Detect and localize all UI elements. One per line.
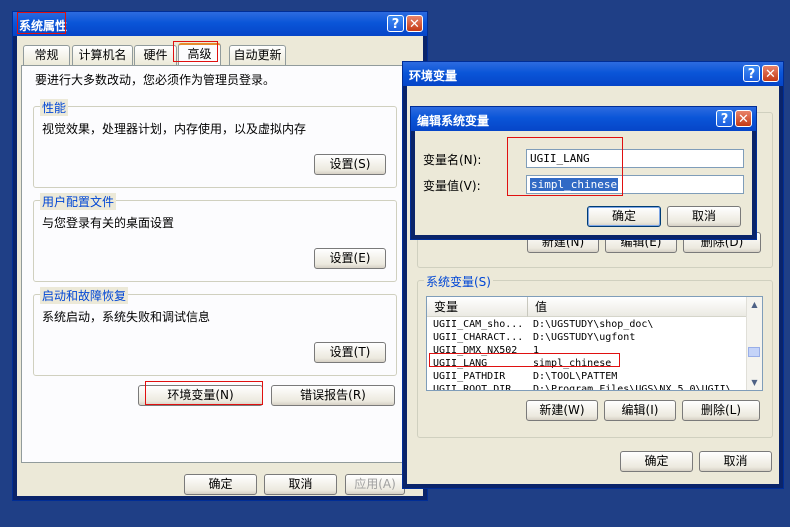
variable-name-input[interactable]: UGII_LANG — [526, 149, 744, 168]
startup-settings-button[interactable]: 设置(T) — [314, 342, 386, 363]
environment-variables-button[interactable]: 环境变量(N) — [138, 385, 263, 406]
system-cancel-button[interactable]: 取消 — [264, 474, 337, 495]
edit-variable-titlebar[interactable]: 编辑系统变量 ? ✕ — [411, 107, 756, 131]
system-properties-titlebar[interactable]: 系统属性 ? ✕ — [13, 12, 427, 36]
scroll-up-icon[interactable]: ▲ — [747, 297, 762, 312]
edit-ok-button[interactable]: 确定 — [587, 206, 661, 227]
user-profile-group: 用户配置文件 与您登录有关的桌面设置 设置(E) — [33, 193, 397, 282]
tab-auto-update[interactable]: 自动更新 — [229, 45, 286, 65]
edit-system-variable-dialog: 编辑系统变量 ? ✕ 变量名(N): UGII_LANG 变量值(V): sim… — [410, 106, 757, 240]
environment-variables-title: 环境变量 — [409, 69, 458, 83]
tab-general[interactable]: 常规 — [23, 45, 70, 65]
row-variable: UGII_PATHDIR — [433, 371, 506, 382]
close-icon[interactable]: ✕ — [735, 110, 752, 127]
system-properties-title: 系统属性 — [19, 19, 68, 33]
scroll-thumb[interactable] — [748, 347, 760, 357]
row-variable: UGII_ROOT_DIR — [433, 384, 512, 391]
table-row-selected[interactable]: UGII_LANG simpl_chinese — [429, 357, 747, 370]
startup-recovery-desc: 系统启动，系统失败和调试信息 — [42, 310, 211, 324]
performance-desc: 视觉效果，处理器计划，内存使用，以及虚拟内存 — [42, 122, 307, 136]
row-variable: UGII_CHARACT... — [433, 332, 524, 343]
row-value: D:\TOOL\PATTEM — [533, 371, 618, 382]
system-var-new-button[interactable]: 新建(W) — [526, 400, 598, 421]
variable-value-input[interactable]: simpl_chinese — [526, 175, 744, 194]
edit-cancel-button[interactable]: 取消 — [667, 206, 741, 227]
system-variables-group: 系统变量(S) 变量 值 UGII_CAM_sho... D:\UGSTUDY\s… — [417, 273, 773, 438]
edit-variable-client: 变量名(N): UGII_LANG 变量值(V): simpl_chinese … — [415, 131, 752, 235]
env-cancel-button[interactable]: 取消 — [699, 451, 772, 472]
row-variable: UGII_LANG — [433, 358, 488, 369]
row-variable: UGII_CAM_sho... — [433, 319, 524, 330]
row-value: D:\UGSTUDY\ugfont — [533, 332, 636, 343]
environment-variables-titlebar[interactable]: 环境变量 ? ✕ — [403, 62, 783, 86]
column-header-variable[interactable]: 变量 — [427, 297, 528, 317]
user-profile-desc: 与您登录有关的桌面设置 — [42, 216, 175, 230]
table-row[interactable]: UGII_PATHDIR D:\TOOL\PATTEM — [429, 370, 747, 383]
system-variables-list[interactable]: 变量 值 UGII_CAM_sho... D:\UGSTUDY\shop_doc\… — [426, 296, 763, 391]
system-var-edit-button[interactable]: 编辑(I) — [604, 400, 676, 421]
performance-group: 性能 视觉效果，处理器计划，内存使用，以及虚拟内存 设置(S) — [33, 99, 397, 188]
user-profile-label: 用户配置文件 — [40, 193, 117, 210]
system-apply-button[interactable]: 应用(A) — [345, 474, 405, 495]
row-value: D:\UGSTUDY\shop_doc\ — [533, 319, 654, 330]
variable-value-label: 变量值(V): — [423, 179, 481, 193]
admin-note: 要进行大多数改动，您必须作为管理员登录。 — [35, 73, 276, 87]
table-row[interactable]: UGII_ROOT_DIR D:\Program Files\UGS\NX 5.0… — [429, 383, 747, 391]
system-properties-window: 系统属性 ? ✕ 常规 计算机名 硬件 高级 自动更新 要进行大多数改动，您必须… — [12, 11, 428, 501]
startup-recovery-label: 启动和故障恢复 — [40, 287, 129, 304]
scroll-down-icon[interactable]: ▼ — [747, 375, 762, 390]
error-reporting-button[interactable]: 错误报告(R) — [271, 385, 395, 406]
startup-recovery-group: 启动和故障恢复 系统启动，系统失败和调试信息 设置(T) — [33, 287, 397, 376]
tab-hardware[interactable]: 硬件 — [134, 45, 177, 65]
row-variable: UGII_DMX_NX502 — [433, 345, 518, 356]
variable-name-label: 变量名(N): — [423, 153, 482, 167]
help-icon[interactable]: ? — [387, 15, 404, 32]
system-var-delete-button[interactable]: 删除(L) — [682, 400, 760, 421]
system-ok-button[interactable]: 确定 — [184, 474, 257, 495]
help-icon[interactable]: ? — [743, 65, 760, 82]
close-icon[interactable]: ✕ — [406, 15, 423, 32]
help-icon[interactable]: ? — [716, 110, 733, 127]
table-row[interactable]: UGII_CAM_sho... D:\UGSTUDY\shop_doc\ — [429, 318, 747, 331]
row-value: D:\Program Files\UGS\NX 5.0\UGII\ — [533, 384, 732, 391]
system-variables-label: 系统变量(S) — [424, 273, 493, 290]
row-value: simpl_chinese — [533, 358, 612, 369]
tab-advanced[interactable]: 高级 — [178, 43, 221, 65]
list-scrollbar[interactable]: ▲ ▼ — [746, 297, 762, 390]
edit-variable-title: 编辑系统变量 — [417, 114, 490, 128]
performance-settings-button[interactable]: 设置(S) — [314, 154, 386, 175]
table-row[interactable]: UGII_CHARACT... D:\UGSTUDY\ugfont — [429, 331, 747, 344]
performance-label: 性能 — [40, 99, 69, 116]
column-header-value[interactable]: 值 — [528, 297, 748, 317]
tab-computer-name[interactable]: 计算机名 — [72, 45, 133, 65]
user-profile-settings-button[interactable]: 设置(E) — [314, 248, 386, 269]
variable-value-selected-text: simpl_chinese — [530, 178, 619, 191]
close-icon[interactable]: ✕ — [762, 65, 779, 82]
row-value: 1 — [533, 345, 540, 356]
system-properties-client: 常规 计算机名 硬件 高级 自动更新 要进行大多数改动，您必须作为管理员登录。 … — [17, 36, 423, 496]
env-ok-button[interactable]: 确定 — [620, 451, 693, 472]
table-row[interactable]: UGII_DMX_NX502 1 — [429, 344, 747, 357]
